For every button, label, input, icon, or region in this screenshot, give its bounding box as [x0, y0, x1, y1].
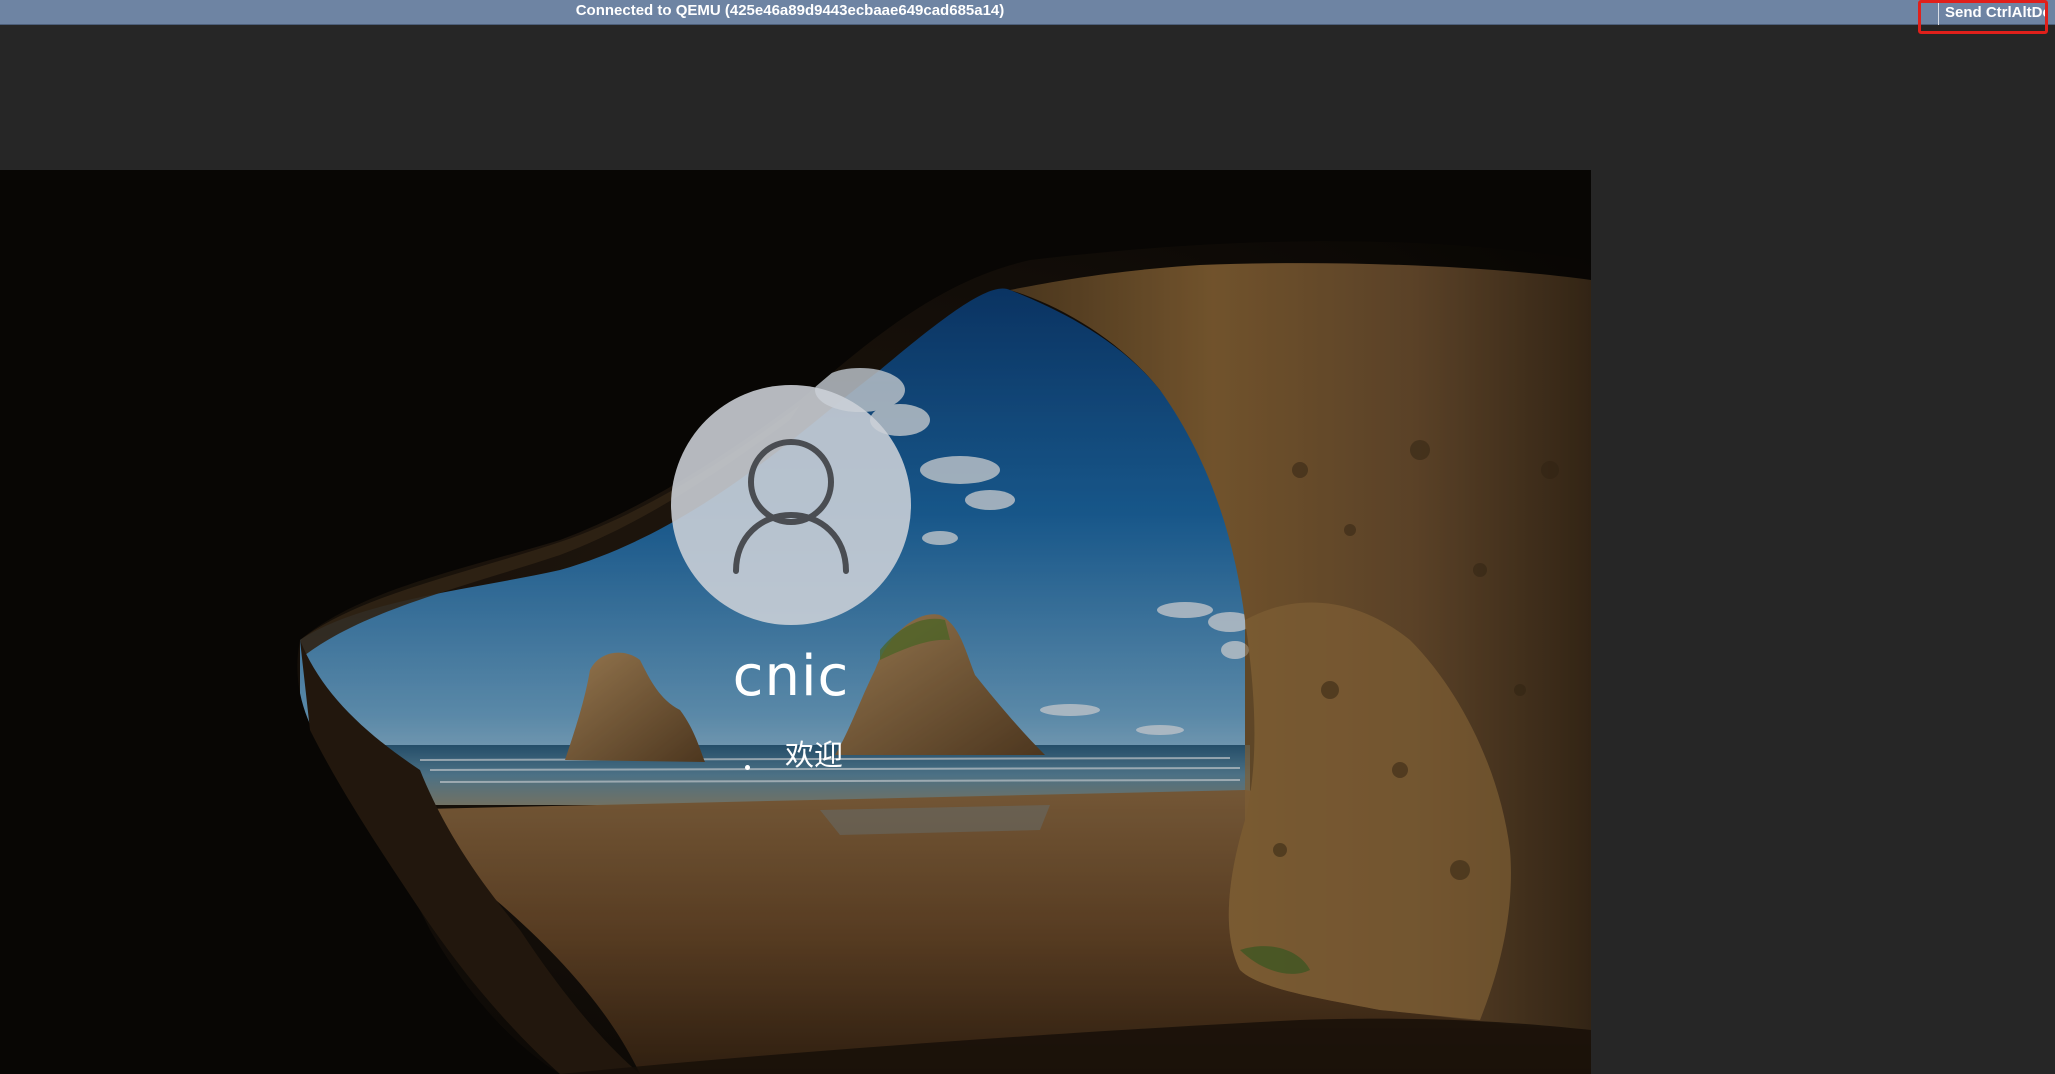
user-icon	[733, 439, 849, 574]
connection-status-text: Connected to QEMU (425e46a89d9443ecbaae6…	[575, 2, 1005, 19]
vnc-viewer-page: Connected to QEMU (425e46a89d9443ecbaae6…	[0, 0, 2055, 1074]
loading-dot-icon	[745, 765, 750, 770]
welcome-text: 欢迎	[785, 738, 844, 772]
send-ctrl-alt-del-button[interactable]: Send CtrlAltDel	[1918, 0, 2048, 34]
user-name: cnic	[732, 644, 850, 709]
user-avatar	[671, 385, 911, 625]
remote-screen-canvas[interactable]: cnic 欢迎	[0, 170, 1591, 1074]
vnc-status-bar: Connected to QEMU (425e46a89d9443ecbaae6…	[0, 0, 2055, 34]
send-ctrl-alt-del-label: Send CtrlAltDel	[1945, 4, 2048, 21]
toolbar-divider	[1938, 3, 1939, 25]
